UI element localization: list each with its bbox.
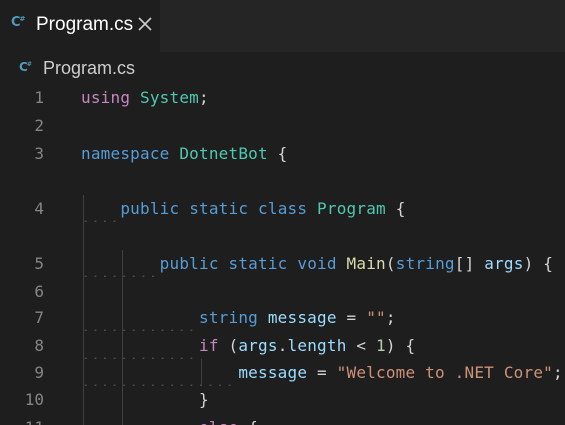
breadcrumb-file[interactable]: Program.cs — [43, 58, 135, 79]
code-line[interactable]: 9 message = "Welcome to .NET Core"; — [0, 359, 565, 386]
line-number: 5 — [34, 254, 44, 273]
tab-label: Program.cs — [36, 14, 134, 35]
line-number: 6 — [34, 282, 44, 301]
line-number: 4 — [34, 199, 44, 218]
code-line[interactable]: 8 if (args.length < 1) { — [0, 332, 565, 359]
code-token: { — [385, 199, 406, 218]
code-text: message = "Welcome to .NET Core"; — [81, 359, 563, 386]
line-number: 8 — [34, 336, 44, 355]
code-token: < — [346, 336, 377, 355]
indent-guide — [83, 195, 84, 425]
code-text: if (args.length < 1) { — [81, 332, 415, 359]
code-token: public — [159, 254, 219, 273]
code-line[interactable]: 1 using System; — [0, 84, 565, 111]
line-number: 11 — [0, 414, 44, 425]
code-text: } — [81, 386, 209, 413]
code-token: ) { — [523, 254, 554, 273]
code-token: { — [238, 418, 258, 425]
code-token: string — [395, 254, 455, 273]
code-token: System — [140, 88, 200, 107]
code-token: args — [238, 336, 278, 355]
code-token: [] — [454, 254, 485, 273]
code-line[interactable]: 7 string message = ""; — [0, 304, 565, 331]
code-token: void — [297, 254, 337, 273]
code-token: length — [287, 336, 347, 355]
line-number: 10 — [24, 390, 44, 409]
line-number: 9 — [34, 363, 44, 382]
code-token: Main — [346, 254, 386, 273]
indent-guide — [121, 250, 123, 425]
code-token: string — [199, 308, 258, 327]
code-line[interactable]: 3 namespace DotnetBot { — [0, 140, 565, 167]
code-token: args — [484, 254, 524, 273]
code-text: string message = ""; — [81, 304, 396, 331]
code-token: = — [336, 308, 367, 327]
code-text: public static void Main(string[] args) { — [81, 250, 553, 277]
code-token: 1 — [376, 336, 386, 355]
code-token: Program — [317, 199, 386, 218]
code-token: message — [238, 363, 308, 382]
line-number: 1 — [34, 88, 44, 107]
line-number: 2 — [34, 116, 44, 135]
line-number: 3 — [34, 144, 44, 163]
code-token: ( — [218, 336, 239, 355]
code-line[interactable]: 6 — [0, 278, 565, 305]
code-text: namespace DotnetBot { — [81, 140, 288, 167]
code-editor[interactable]: 1 using System; 2 3 namespace DotnetBot {4 p… — [0, 84, 565, 425]
code-token: ; — [385, 308, 396, 327]
code-token: static — [189, 199, 249, 218]
code-token: = — [307, 363, 337, 382]
breadcrumb: C# Program.cs — [0, 52, 565, 84]
code-token: class — [258, 199, 308, 218]
code-token: ; — [199, 88, 209, 107]
code-token: } — [81, 390, 209, 409]
code-token: if — [199, 336, 219, 355]
code-token: using — [81, 88, 131, 107]
code-token: namespace — [81, 144, 170, 163]
code-token: message — [267, 308, 337, 327]
code-text: using System; — [81, 84, 209, 111]
close-icon[interactable] — [136, 15, 154, 33]
code-token: { — [267, 144, 288, 163]
code-line[interactable]: 5 public static void Main(string[] args)… — [0, 250, 565, 277]
code-line[interactable]: 11 else { — [0, 414, 565, 425]
code-line[interactable]: 2 — [0, 112, 565, 139]
csharp-file-icon: C# — [19, 60, 32, 74]
code-token: . — [277, 336, 288, 355]
code-token: static — [228, 254, 288, 273]
csharp-file-icon: C# — [11, 15, 25, 30]
code-token: else — [199, 418, 238, 425]
code-line[interactable]: 4 public static class Program { — [0, 195, 565, 222]
code-token: "Welcome to .NET Core" — [336, 363, 553, 382]
code-text: public static class Program { — [81, 195, 406, 222]
line-number: 7 — [34, 308, 44, 327]
indent-guide — [200, 359, 202, 386]
code-text: else { — [81, 414, 258, 425]
tab-program-cs[interactable]: C# Program.cs — [0, 0, 160, 52]
code-token: ) { — [385, 336, 416, 355]
code-token: ; — [553, 363, 563, 382]
tab-bar: C# Program.cs — [0, 0, 565, 52]
code-token: DotnetBot — [179, 144, 268, 163]
code-token: "" — [366, 308, 386, 327]
code-token: ( — [385, 254, 396, 273]
code-line[interactable]: 10 } — [0, 386, 565, 413]
code-token: public — [120, 199, 180, 218]
